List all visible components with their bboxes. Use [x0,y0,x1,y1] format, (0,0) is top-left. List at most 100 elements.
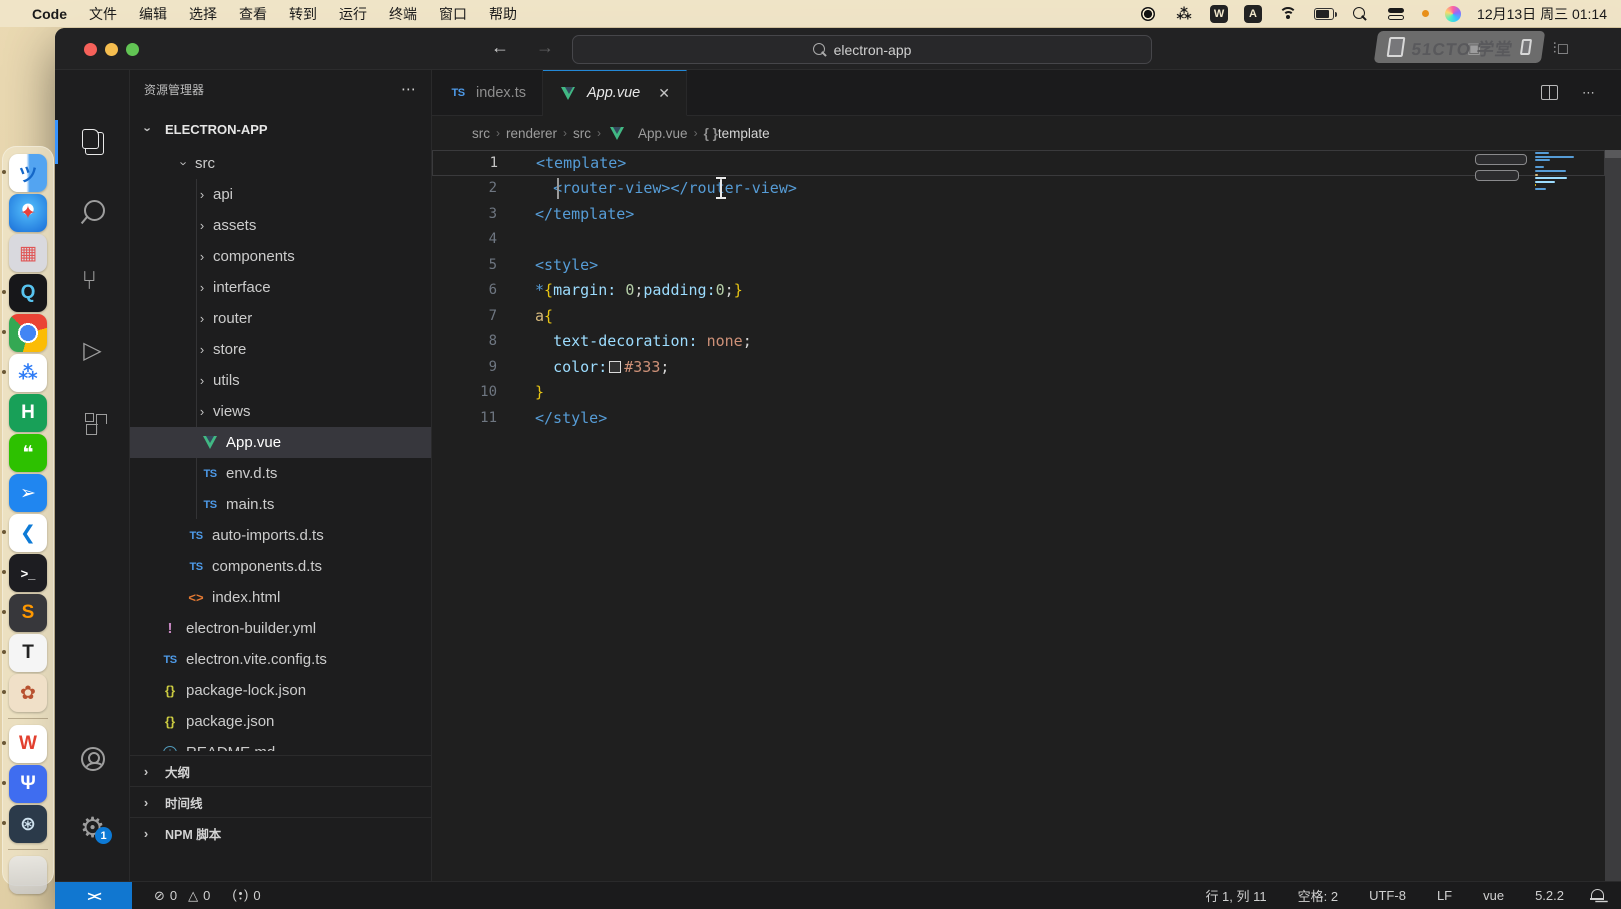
battery-icon[interactable] [1314,5,1334,23]
tree-item-interface[interactable]: ›interface [130,272,431,303]
tree-item-App.vue[interactable]: App.vue [130,427,431,458]
remote-indicator[interactable]: >< [55,882,132,909]
tree-item-electron.vite.config.ts[interactable]: TSelectron.vite.config.ts [130,644,431,675]
vscode-icon[interactable]: ❮ [9,514,47,552]
deer-security-icon[interactable]: Ψ [9,765,47,803]
tree-item-src[interactable]: ›src [130,148,431,179]
breadcrumb-renderer[interactable]: renderer [506,126,557,141]
tree-item-components.d.ts[interactable]: TScomponents.d.ts [130,551,431,582]
status-eol[interactable]: LF [1437,888,1452,903]
tab-App.vue[interactable]: App.vue✕ [543,70,687,116]
dock-item-quicktime[interactable]: Q [9,274,47,312]
dock-item-terminal[interactable]: >_ [9,554,47,592]
settings-gear-icon[interactable]: 1 [55,803,130,851]
tree-item-electron-builder.yml[interactable]: !electron-builder.yml [130,613,431,644]
code-editor[interactable]: 1<template>2 <router-view></router-view>… [432,150,1605,881]
section-NPM 脚本[interactable]: ›NPM 脚本 [130,817,431,848]
source-control-icon[interactable] [55,256,130,304]
wechat-icon[interactable]: ❝ [9,434,47,472]
status-indentation[interactable]: 空格: 2 [1298,886,1338,905]
finder-icon[interactable]: ツ [9,154,47,192]
menu-item-查看[interactable]: 查看 [239,6,267,22]
cloud-circles-app-icon[interactable]: ⁂ [9,354,47,392]
project-root-row[interactable]: › ELECTRON-APP [130,116,431,142]
tree-item-components[interactable]: ›components [130,241,431,272]
dock-item-trash[interactable] [9,856,47,894]
dock-item-vscode[interactable]: ❮ [9,514,47,552]
status-encoding[interactable]: UTF-8 [1369,888,1406,903]
tree-item-index.html[interactable]: <>index.html [130,582,431,613]
tree-item-router[interactable]: ›router [130,303,431,334]
sidebar-more-actions-icon[interactable]: ⋯ [401,80,417,98]
editor-more-actions-icon[interactable]: ⋯ [1582,85,1595,101]
menu-app-name[interactable]: Code [32,6,67,22]
dock-item-launchpad[interactable]: ▦ [9,234,47,272]
wifi-icon[interactable] [1278,5,1298,23]
sublime-text-icon[interactable]: S [9,594,47,632]
tab-index.ts[interactable]: TSindex.ts [432,70,543,116]
tree-item-auto-imports.d.ts[interactable]: TSauto-imports.d.ts [130,520,431,551]
tree-item-assets[interactable]: ›assets [130,210,431,241]
run-debug-icon[interactable] [55,326,130,374]
menu-item-窗口[interactable]: 窗口 [439,6,467,22]
scrollbar-thumb[interactable] [1605,150,1621,158]
minimap[interactable] [1531,152,1581,332]
section-大纲[interactable]: ›大纲 [130,755,431,786]
breadcrumb-App.vue[interactable]: App.vue [607,126,688,141]
dock-item-typora[interactable]: T [9,634,47,672]
spotlight-icon[interactable] [1350,5,1370,23]
menu-item-转到[interactable]: 转到 [289,6,317,22]
input-source-icon[interactable]: A [1244,5,1262,23]
tree-item-views[interactable]: ›views [130,396,431,427]
tree-item-package-lock.json[interactable]: {}package-lock.json [130,675,431,706]
split-editor-icon[interactable] [1541,85,1558,100]
electron-app-icon[interactable]: ⊛ [9,805,47,843]
command-center-search[interactable]: electron-app [572,35,1152,64]
editor-scrollbar[interactable] [1605,150,1621,881]
menu-item-文件[interactable]: 文件 [89,6,117,22]
control-center-icon[interactable] [1386,5,1406,23]
breadcrumb-src[interactable]: src [573,126,591,141]
menu-item-帮助[interactable]: 帮助 [489,6,517,22]
close-window-button[interactable] [84,43,97,56]
safari-icon[interactable]: ✦ [9,194,47,232]
menu-item-编辑[interactable]: 编辑 [139,6,167,22]
dock-item-electron-app[interactable]: ⊛ [9,805,47,843]
breadcrumb-template[interactable]: { }template [704,126,770,141]
problems-indicator[interactable]: ⊘0 △0 [154,888,210,904]
hbuilder-icon[interactable]: H [9,394,47,432]
search-view-icon[interactable] [55,188,130,236]
explorer-icon[interactable] [55,118,130,166]
tree-item-api[interactable]: ›api [130,179,431,210]
dock-item-cloud-circles-app[interactable]: ⁂ [9,354,47,392]
status-language-mode[interactable]: vue [1483,888,1504,903]
dock-item-wechat[interactable]: ❝ [9,434,47,472]
chrome-icon[interactable] [9,314,47,352]
navigate-back-button[interactable]: ← [487,37,513,58]
siri-icon[interactable] [1445,6,1461,22]
typora-icon[interactable]: T [9,634,47,672]
section-时间线[interactable]: ›时间线 [130,786,431,817]
menu-item-终端[interactable]: 终端 [389,6,417,22]
tree-item-env.d.ts[interactable]: TSenv.d.ts [130,458,431,489]
dock-item-dingtalk[interactable]: ➢ [9,474,47,512]
menu-clock[interactable]: 12月13日 周三 01:14 [1477,4,1607,24]
breadcrumb-src[interactable]: src [472,126,490,141]
navigate-forward-button[interactable]: → [532,37,558,58]
menu-item-选择[interactable]: 选择 [189,6,217,22]
trash-icon[interactable] [9,856,47,894]
paint-palette-icon[interactable]: ✿ [9,674,47,712]
menu-item-运行[interactable]: 运行 [339,6,367,22]
tree-item-store[interactable]: ›store [130,334,431,365]
close-tab-icon[interactable]: ✕ [658,85,670,102]
dock-item-chrome[interactable] [9,314,47,352]
launchpad-icon[interactable]: ▦ [9,234,47,272]
quicktime-icon[interactable]: Q [9,274,47,312]
dock-item-sublime-text[interactable]: S [9,594,47,632]
dock-item-deer-security[interactable]: Ψ [9,765,47,803]
dingtalk-icon[interactable]: ➢ [9,474,47,512]
dock-item-safari[interactable]: ✦ [9,194,47,232]
customize-layout-icon[interactable]: ⫶◻ [1553,39,1569,57]
account-icon[interactable] [55,735,130,783]
terminal-icon[interactable]: >_ [9,554,47,592]
